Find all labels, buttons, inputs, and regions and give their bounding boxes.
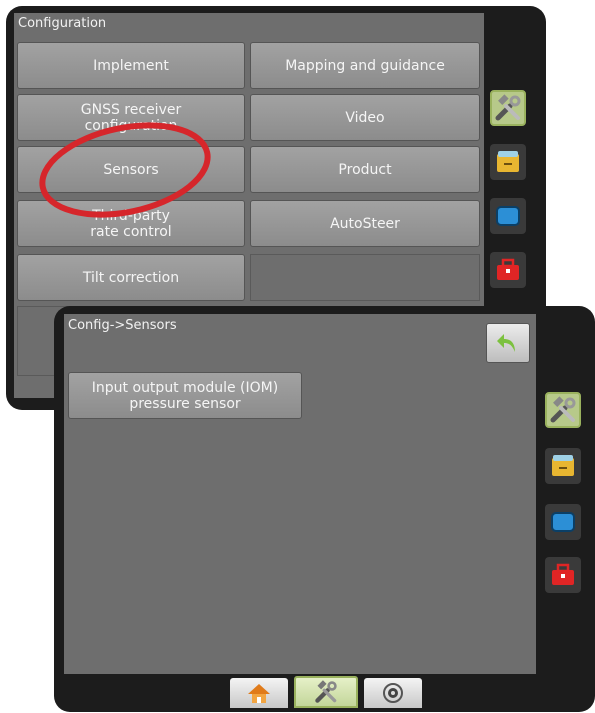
- back-arrow-icon: [497, 334, 515, 352]
- tools-tab-button[interactable]: [490, 90, 526, 126]
- storage-drawer-icon: [552, 455, 574, 476]
- storage-drawer-icon: [497, 151, 519, 172]
- home-icon: [248, 684, 270, 703]
- tools-tab[interactable]: [294, 676, 358, 708]
- page-title: Configuration: [18, 16, 107, 31]
- mapping-and-guidance-button[interactable]: Mapping and guidance: [250, 42, 480, 89]
- home-tab[interactable]: [230, 678, 288, 708]
- tools-icon: [550, 396, 576, 423]
- gps-tab[interactable]: [364, 678, 422, 708]
- tools-icon: [495, 94, 521, 121]
- toolbox-tab-button[interactable]: [490, 252, 526, 288]
- tools-icon: [315, 680, 337, 703]
- display-tab-button[interactable]: [490, 198, 526, 234]
- iom-pressure-sensor-button[interactable]: Input output module (IOM) pressure senso…: [68, 372, 302, 419]
- display-icon: [496, 206, 520, 226]
- product-button[interactable]: Product: [250, 146, 480, 193]
- toolbox-icon: [552, 563, 574, 585]
- video-button[interactable]: Video: [250, 94, 480, 141]
- display-icon: [551, 512, 575, 532]
- toolbox-tab-button[interactable]: [545, 557, 581, 593]
- implement-button[interactable]: Implement: [17, 42, 245, 89]
- breadcrumb: Config->Sensors: [68, 318, 177, 333]
- iom-pressure-sensor-label: Input output module (IOM) pressure senso…: [91, 379, 279, 412]
- back-button[interactable]: [486, 323, 530, 363]
- display-tab-button[interactable]: [545, 504, 581, 540]
- storage-tab-button[interactable]: [545, 448, 581, 484]
- gps-icon: [383, 683, 403, 703]
- tilt-correction-button[interactable]: Tilt correction: [17, 254, 245, 301]
- empty-grid-cell: [250, 254, 480, 301]
- storage-tab-button[interactable]: [490, 144, 526, 180]
- sensors-screen: [64, 314, 536, 674]
- autosteer-button[interactable]: AutoSteer: [250, 200, 480, 247]
- toolbox-icon: [497, 258, 519, 280]
- annotation-circle: [39, 122, 211, 218]
- tools-tab-button[interactable]: [545, 392, 581, 428]
